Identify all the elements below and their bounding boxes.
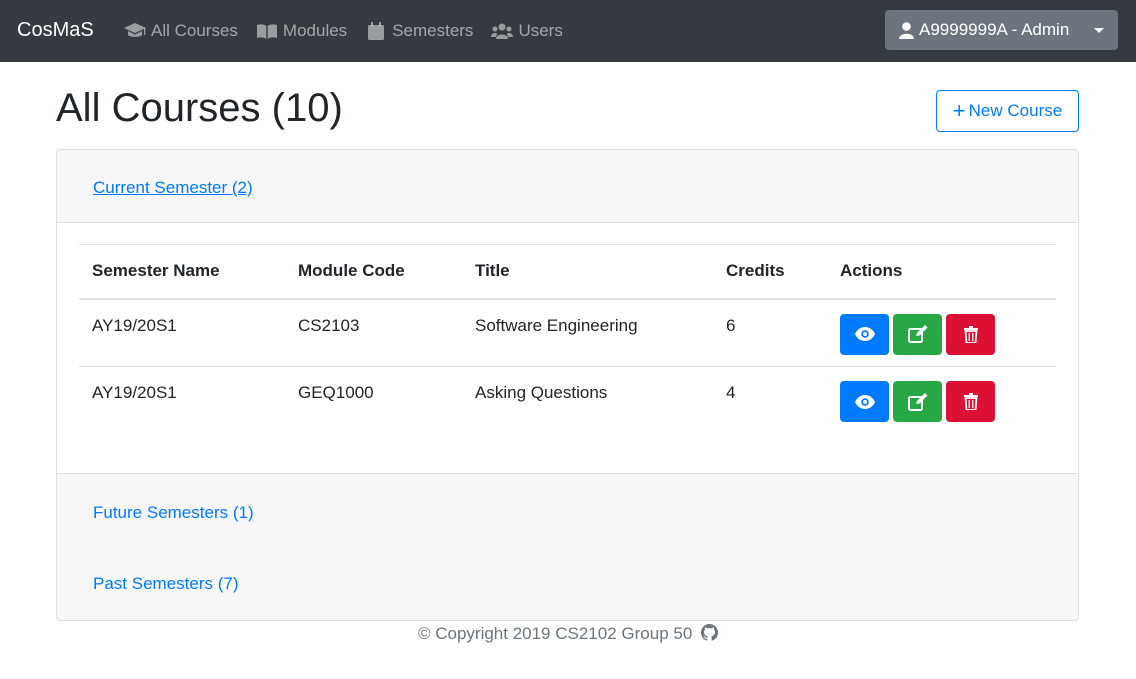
- navbar: CosMaS All Courses Modules Semesters Use…: [0, 0, 1136, 62]
- current-semester-header: Current Semester (2): [57, 150, 1078, 223]
- nav-item-label: Users: [518, 21, 563, 40]
- nav-item-users[interactable]: Users: [491, 20, 563, 42]
- chevron-down-icon: [1094, 28, 1104, 33]
- trash-icon: [963, 325, 978, 343]
- past-semesters-header: Past Semesters (7): [57, 547, 1078, 620]
- cell-actions: [827, 367, 1056, 435]
- copyright-text: © Copyright 2019 CS2102 Group 50: [417, 624, 693, 643]
- brand-logo[interactable]: CosMaS: [17, 18, 94, 42]
- cell-title: Software Engineering: [462, 298, 713, 367]
- edit-button[interactable]: [893, 381, 942, 422]
- delete-button[interactable]: [946, 381, 995, 422]
- new-course-button[interactable]: + New Course: [936, 90, 1079, 132]
- view-button[interactable]: [840, 381, 889, 422]
- current-semester-body: Semester Name Module Code Title Credits …: [57, 223, 1078, 473]
- cell-module-code: CS2103: [285, 298, 462, 367]
- github-icon[interactable]: [701, 624, 719, 647]
- page-title: All Courses (10): [56, 86, 343, 130]
- table-row: AY19/20S1 CS2103 Software Engineering 6: [79, 298, 1056, 367]
- view-button[interactable]: [840, 313, 889, 355]
- cell-semester-name: AY19/20S1: [79, 298, 285, 367]
- delete-button[interactable]: [946, 313, 995, 355]
- edit-icon: [907, 392, 927, 411]
- graduation-cap-icon: [124, 22, 146, 40]
- column-header-title: Title: [462, 244, 713, 300]
- users-icon: [491, 22, 514, 40]
- user-label: A9999999A - Admin: [919, 20, 1070, 39]
- semester-accordion: Current Semester (2) Semester Name Modul…: [56, 149, 1079, 621]
- column-header-semester-name: Semester Name: [79, 244, 285, 300]
- column-header-credits: Credits: [713, 244, 827, 300]
- column-header-module-code: Module Code: [285, 244, 462, 300]
- cell-module-code: GEQ1000: [298, 383, 374, 402]
- future-semesters-toggle[interactable]: Future Semesters (1): [93, 502, 254, 524]
- user-icon: [899, 21, 915, 39]
- user-menu-dropdown[interactable]: A9999999A - Admin: [885, 10, 1118, 50]
- new-course-label: New Course: [968, 101, 1063, 120]
- nav-item-semesters[interactable]: Semesters: [365, 20, 473, 42]
- footer: © Copyright 2019 CS2102 Group 50: [0, 623, 1136, 647]
- nav-item-modules[interactable]: Modules: [256, 20, 347, 42]
- calendar-icon: [365, 22, 387, 40]
- cell-actions: [827, 298, 1056, 367]
- nav-menu: All Courses Modules Semesters Users: [124, 20, 581, 42]
- eye-icon: [854, 394, 875, 409]
- eye-icon: [854, 327, 875, 341]
- courses-table: Semester Name Module Code Title Credits …: [79, 244, 1056, 435]
- nav-item-label: Semesters: [392, 21, 474, 40]
- edit-icon: [907, 325, 927, 343]
- nav-item-all-courses[interactable]: All Courses: [124, 20, 238, 42]
- past-semesters-toggle[interactable]: Past Semesters (7): [93, 573, 239, 595]
- nav-item-label: Modules: [282, 21, 348, 40]
- book-icon: [256, 22, 278, 40]
- cell-credits: 4: [726, 383, 736, 402]
- nav-item-label: All Courses: [151, 21, 238, 40]
- future-semesters-header: Future Semesters (1): [57, 473, 1078, 548]
- current-semester-toggle[interactable]: Current Semester (2): [93, 177, 253, 199]
- table-row: AY19/20S1 GEQ1000 Asking Questions 4: [79, 367, 1056, 435]
- edit-button[interactable]: [893, 313, 942, 355]
- cell-semester-name: AY19/20S1: [92, 383, 177, 402]
- column-header-actions: Actions: [827, 244, 1056, 300]
- trash-icon: [963, 393, 978, 410]
- table-header-row: Semester Name Module Code Title Credits …: [79, 244, 1056, 300]
- cell-title: Asking Questions: [475, 383, 608, 402]
- plus-icon: +: [952, 98, 966, 123]
- cell-credits: 6: [713, 298, 827, 367]
